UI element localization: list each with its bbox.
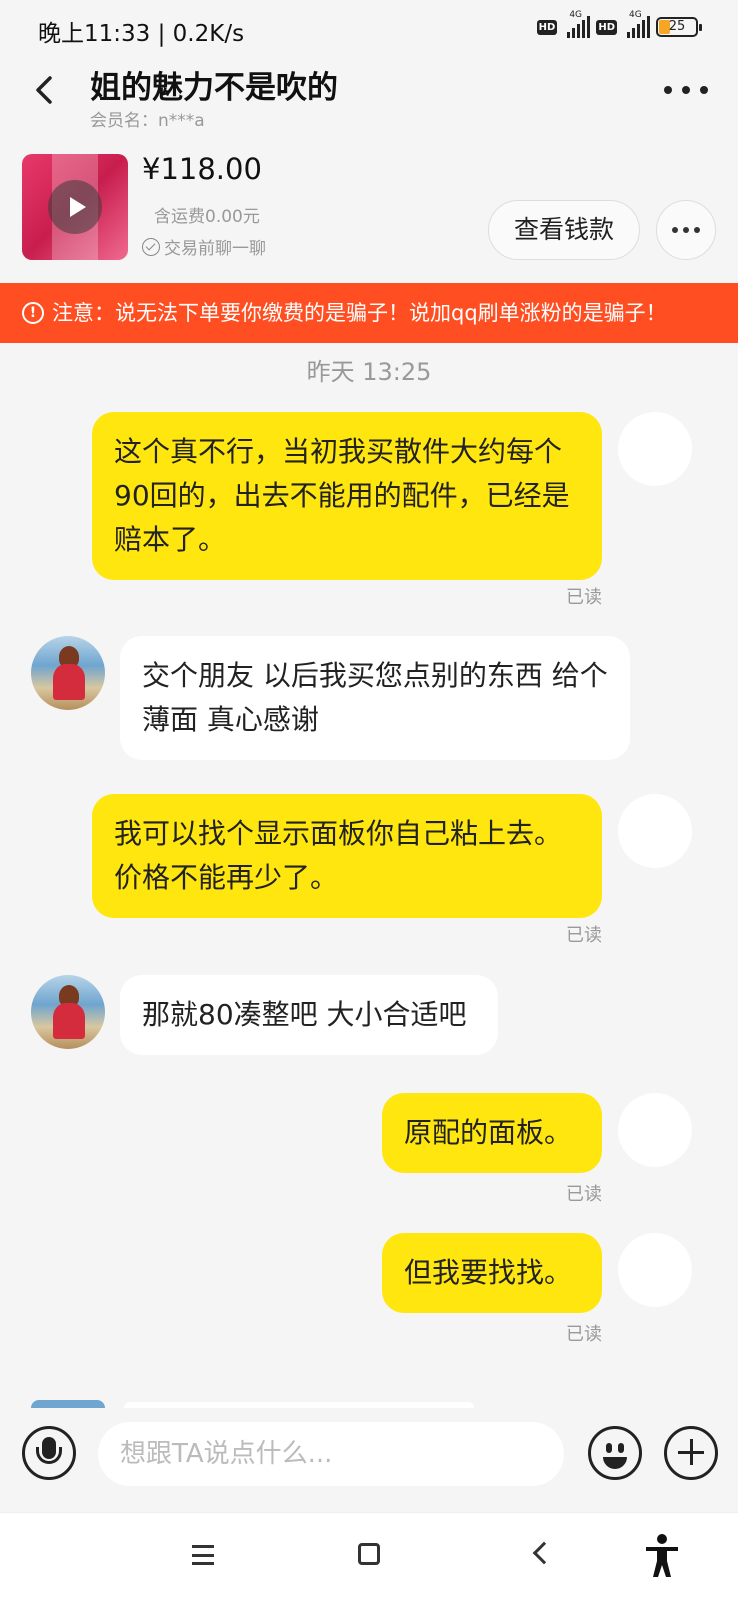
product-thumbnail[interactable] [22, 154, 128, 260]
status-bar: 晚上11:33 | 0.2K/s HD 4G HD 4G 25 [0, 0, 738, 60]
battery-icon: 25 [656, 17, 702, 37]
incoming-message[interactable]: 交个朋友 以后我买您点别的东西 给个薄面 真心感谢 [120, 636, 630, 760]
signal-icon-2: 4G [623, 10, 650, 38]
my-avatar[interactable] [618, 1233, 692, 1307]
input-bar [0, 1408, 738, 1512]
network-type-2: 4G [629, 10, 642, 20]
nav-back-icon[interactable] [532, 1541, 556, 1565]
check-circle-icon [142, 237, 160, 256]
product-price: ¥118.00 [142, 152, 262, 186]
hd-badge-2: HD [596, 19, 617, 35]
contact-avatar[interactable] [31, 975, 105, 1049]
outgoing-message[interactable]: 但我要找找。 [382, 1233, 602, 1313]
accessibility-icon[interactable] [642, 1533, 682, 1579]
product-more-button[interactable] [656, 200, 716, 260]
chat-title: 姐的魅力不是吹的 [90, 70, 338, 106]
fraud-warning-bar: ! 注意：说无法下单要你缴费的是骗子！说加qq刷单涨粉的是骗子！ [0, 283, 738, 343]
view-payment-button[interactable]: 查看钱款 [488, 200, 640, 260]
home-icon[interactable] [358, 1543, 380, 1565]
contact-avatar-partial [31, 1400, 105, 1408]
message-timestamp: 昨天 13:25 [306, 358, 432, 386]
signal-icon-1: 4G [563, 10, 591, 38]
my-avatar[interactable] [618, 412, 692, 486]
my-avatar[interactable] [618, 1093, 692, 1167]
read-receipt: 已读 [566, 587, 602, 608]
outgoing-message[interactable]: 我可以找个显示面板你自己粘上去。价格不能再少了。 [92, 794, 602, 918]
status-icons: HD 4G HD 4G 25 [536, 10, 702, 38]
chat-hint: 交易前聊一聊 [142, 234, 266, 259]
back-arrow-icon[interactable] [24, 68, 68, 112]
outgoing-message[interactable]: 原配的面板。 [382, 1093, 602, 1173]
menu-icon[interactable] [192, 1545, 214, 1565]
outgoing-message[interactable]: 这个真不行，当初我买散件大约每个90回的，出去不能用的配件，已经是赔本了。 [92, 412, 602, 580]
system-nav-bar [0, 1512, 738, 1600]
more-dots-icon[interactable] [664, 80, 708, 100]
my-avatar[interactable] [618, 794, 692, 868]
microphone-icon[interactable] [22, 1426, 76, 1480]
status-time: 晚上11:33 | 0.2K/s [38, 21, 245, 47]
read-receipt: 已读 [566, 1184, 602, 1205]
contact-avatar[interactable] [31, 636, 105, 710]
shipping-info: 含运费0.00元 [154, 207, 260, 227]
play-icon[interactable] [48, 180, 102, 234]
message-input[interactable] [98, 1422, 564, 1486]
hd-badge-1: HD [536, 19, 558, 35]
read-receipt: 已读 [566, 925, 602, 946]
chat-hint-label: 交易前聊一聊 [164, 239, 266, 259]
chat-header: 姐的魅力不是吹的 会员名：n***a [0, 60, 738, 142]
read-receipt: 已读 [566, 1324, 602, 1345]
product-card: ¥118.00 含运费0.00元 交易前聊一聊 查看钱款 [0, 142, 738, 274]
warning-text: 注意：说无法下单要你缴费的是骗子！说加qq刷单涨粉的是骗子！ [52, 301, 667, 325]
emoji-icon[interactable] [588, 1426, 642, 1480]
member-name: 会员名：n***a [90, 111, 205, 131]
warning-icon: ! [22, 302, 44, 324]
incoming-message[interactable]: 那就80凑整吧 大小合适吧 [120, 975, 498, 1055]
plus-icon[interactable] [664, 1426, 718, 1480]
network-type-1: 4G [569, 10, 583, 20]
battery-level: 25 [668, 19, 686, 34]
